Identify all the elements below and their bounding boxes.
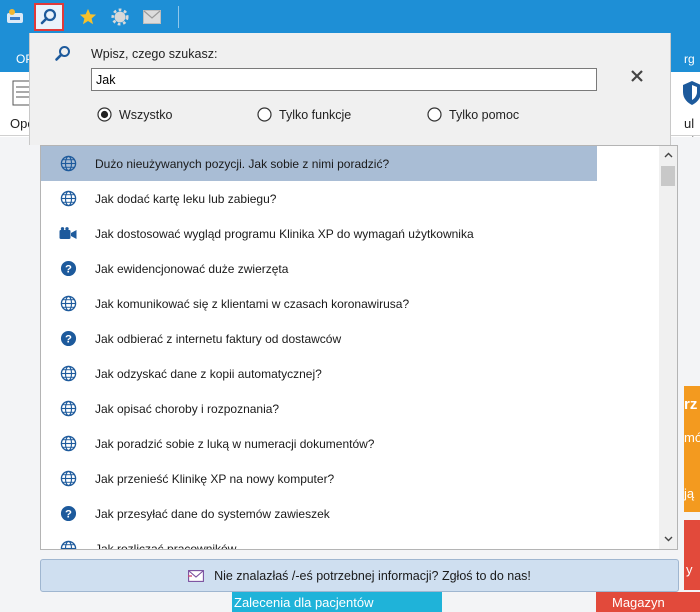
envelope-icon [188,569,205,582]
report-missing-info-button[interactable]: Nie znalazłaś /-eś potrzebnej informacji… [40,559,679,592]
scroll-down-arrow-icon[interactable] [659,530,677,548]
globe-icon [41,190,95,207]
globe-icon [41,295,95,312]
globe-icon [41,365,95,382]
radio-unchecked-icon [427,107,442,122]
orange-tile-line1: mó [684,430,700,445]
result-item[interactable]: Jak dostosować wygląd programu Klinika X… [41,216,597,251]
filter-all-radio[interactable]: Wszystko [97,107,172,122]
search-popup: Wpisz, czego szukasz: Wszystko Tylko fun… [29,33,671,145]
filter-functions-radio[interactable]: Tylko funkcje [257,107,351,122]
orange-tile-heading: rz [684,396,698,413]
filter-functions-label: Tylko funkcje [279,107,352,122]
warehouse-label: Magazyn [612,595,665,610]
svg-text:?: ? [65,509,72,521]
results-list-area: Dużo nieużywanych pozycji. Jak sobie z n… [41,146,659,549]
result-item-label: Jak przenieść Klinikę XP na nowy kompute… [95,471,335,486]
result-item-label: Jak opisać choroby i rozpoznania? [95,401,280,416]
result-item[interactable]: Jak przenieść Klinikę XP na nowy kompute… [41,461,597,496]
close-icon [631,70,643,82]
globe-icon [41,155,95,172]
mail-icon[interactable] [140,5,164,29]
svg-text:?: ? [65,334,72,346]
result-item[interactable]: Jak odzyskać dane z kopii automatycznej? [41,356,597,391]
patient-recommendations-tile[interactable]: Zalecenia dla pacjentów [232,592,442,612]
filter-help-radio[interactable]: Tylko pomoc [427,107,519,122]
warehouse-tile[interactable]: Magazyn [596,592,700,612]
result-item[interactable]: Jak poradzić sobie z luką w numeracji do… [41,426,597,461]
radio-unchecked-icon [257,107,272,122]
result-item[interactable]: ? Jak odbierać z internetu faktury od dos… [41,321,597,356]
result-item[interactable]: ? Jak przesyłać dane do systemów zawiesze… [41,496,597,531]
help-icon: ? [41,505,95,522]
result-item-label: Jak ewidencjonować duże zwierzęta [95,261,289,276]
shield-icon[interactable] [682,80,700,109]
red-tile-side-label: y [686,562,693,577]
ribbon-tab-right[interactable]: rg [684,52,695,66]
gear-icon[interactable] [108,5,132,29]
result-item[interactable]: Jak rozliczać pracowników [41,531,597,549]
video-camera-icon [41,226,95,241]
scroll-up-arrow-icon[interactable] [659,146,677,164]
radio-checked-icon [97,107,112,122]
result-item-label: Dużo nieużywanych pozycji. Jak sobie z n… [95,156,390,171]
ribbon-label-right: ul [684,116,695,131]
globe-icon [41,540,95,549]
toolbar [0,0,700,34]
result-item-label: Jak odbierać z internetu faktury od dost… [95,331,342,346]
help-icon: ? [41,260,95,277]
result-item[interactable]: ? Jak ewidencjonować duże zwierzęta [41,251,597,286]
result-item[interactable]: Dużo nieużywanych pozycji. Jak sobie z n… [41,146,597,181]
globe-icon [41,435,95,452]
clear-search-button[interactable] [628,67,646,85]
svg-text:?: ? [65,264,72,276]
globe-icon [41,400,95,417]
result-item-label: Jak rozliczać pracowników [95,541,237,550]
search-tool-button[interactable] [34,3,64,31]
search-prompt-label: Wpisz, czego szukasz: [91,47,218,61]
result-item-label: Jak poradzić sobie z luką w numeracji do… [95,436,375,451]
orange-tile-line2: ją [684,486,695,501]
patient-recommendations-label: Zalecenia dla pacjentów [234,595,374,610]
globe-icon [41,470,95,487]
app-logo-icon[interactable] [3,5,27,29]
search-icon [54,45,72,66]
red-tile-side[interactable]: y [684,520,700,590]
result-item-label: Jak komunikować się z klientami w czasac… [95,296,410,311]
result-item-label: Jak przesyłać dane do systemów zawieszek [95,506,330,521]
filter-all-label: Wszystko [119,107,173,122]
result-item[interactable]: Jak komunikować się z klientami w czasac… [41,286,597,321]
result-item-label: Jak odzyskać dane z kopii automatycznej? [95,366,322,381]
results-list: Dużo nieużywanych pozycji. Jak sobie z n… [40,145,678,550]
star-icon[interactable] [76,5,100,29]
report-missing-info-label: Nie znalazłaś /-eś potrzebnej informacji… [214,568,531,583]
result-item[interactable]: Jak dodać kartę leku lub zabiegu? [41,181,597,216]
toolbar-separator [178,6,179,28]
filter-help-label: Tylko pomoc [449,107,520,122]
result-item-label: Jak dodać kartę leku lub zabiegu? [95,191,277,206]
search-input[interactable] [91,68,597,91]
help-icon: ? [41,330,95,347]
results-scrollbar[interactable] [659,146,677,549]
result-item-label: Jak dostosować wygląd programu Klinika X… [95,226,474,241]
scrollbar-thumb[interactable] [661,166,675,186]
result-item[interactable]: Jak opisać choroby i rozpoznania? [41,391,597,426]
orange-tile[interactable]: rz mó ją [684,386,700,512]
